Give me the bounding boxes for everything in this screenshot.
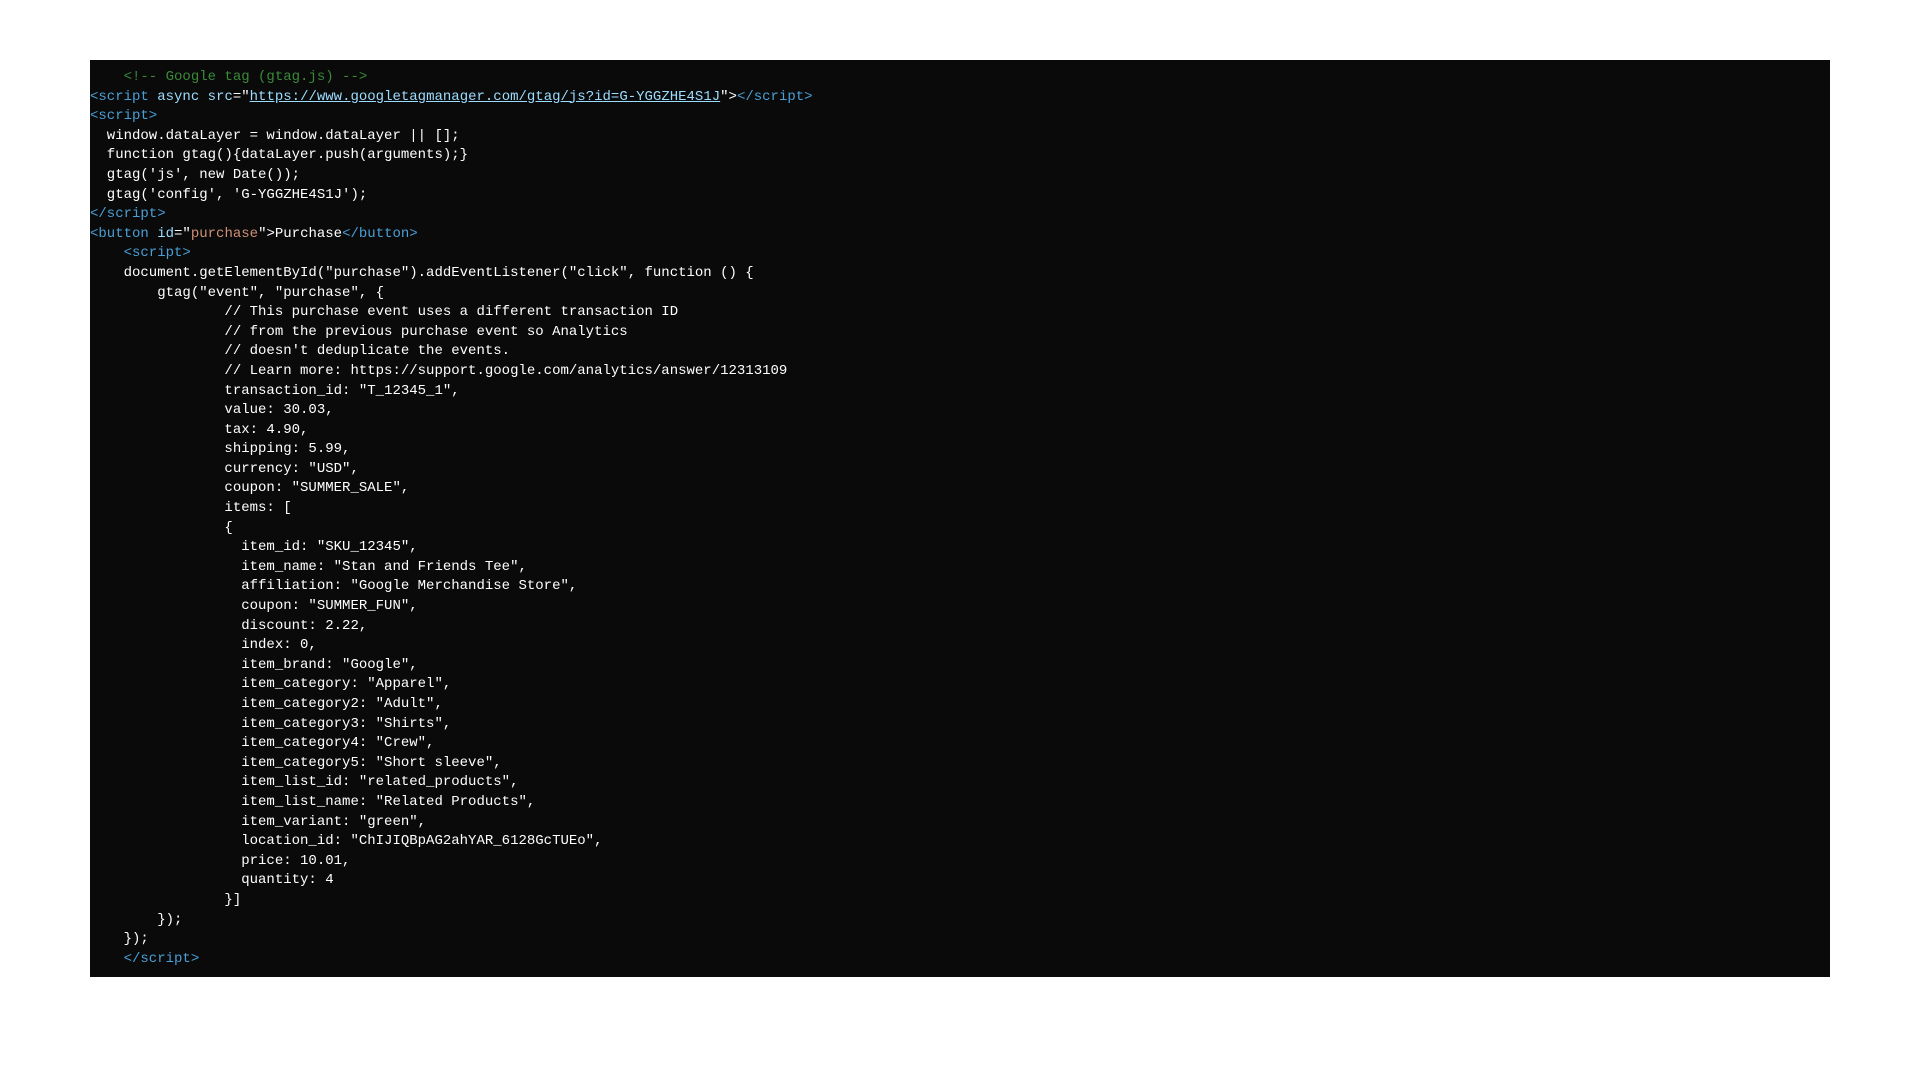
code-line: coupon: "SUMMER_SALE",	[90, 479, 1830, 499]
code-line: <script async src="https://www.googletag…	[90, 88, 1830, 108]
attr: async	[149, 89, 199, 105]
code-line-comment: // This purchase event uses a different …	[90, 303, 1830, 323]
attr-value: purchase	[191, 226, 258, 242]
code-line: items: [	[90, 499, 1830, 519]
code-line: coupon: "SUMMER_FUN",	[90, 597, 1830, 617]
code-line: gtag('config', 'G-YGGZHE4S1J');	[90, 186, 1830, 206]
code-line: item_category: "Apparel",	[90, 675, 1830, 695]
punct: ">	[720, 89, 737, 105]
code-line: <button id="purchase">Purchase</button>	[90, 225, 1830, 245]
code-line-comment: <!-- Google tag (gtag.js) -->	[90, 68, 1830, 88]
code-line: </script>	[90, 950, 1830, 970]
button-label-text: Purchase	[275, 226, 342, 242]
code-line-comment: // Learn more: https://support.google.co…	[90, 362, 1830, 382]
code-line: </script>	[90, 205, 1830, 225]
code-line: discount: 2.22,	[90, 617, 1830, 637]
code-line: item_id: "SKU_12345",	[90, 538, 1830, 558]
code-line: gtag("event", "purchase", {	[90, 284, 1830, 304]
code-line-comment: // from the previous purchase event so A…	[90, 323, 1830, 343]
code-line: document.getElementById("purchase").addE…	[90, 264, 1830, 284]
tag-open: <button	[90, 226, 149, 242]
code-line: item_list_id: "related_products",	[90, 773, 1830, 793]
tag-close: </script>	[737, 89, 813, 105]
code-line: shipping: 5.99,	[90, 440, 1830, 460]
code-line: item_brand: "Google",	[90, 656, 1830, 676]
code-line: }]	[90, 891, 1830, 911]
code-line: item_list_name: "Related Products",	[90, 793, 1830, 813]
code-block: <!-- Google tag (gtag.js) --><script asy…	[90, 60, 1830, 977]
code-line: window.dataLayer = window.dataLayer || […	[90, 127, 1830, 147]
code-line: <script>	[90, 244, 1830, 264]
code-line: item_category4: "Crew",	[90, 734, 1830, 754]
code-line: item_category3: "Shirts",	[90, 715, 1830, 735]
code-line: price: 10.01,	[90, 852, 1830, 872]
code-line: value: 30.03,	[90, 401, 1830, 421]
code-line: tax: 4.90,	[90, 421, 1830, 441]
code-line: item_variant: "green",	[90, 813, 1830, 833]
code-line: currency: "USD",	[90, 460, 1830, 480]
url-link[interactable]: https://www.googletagmanager.com/gtag/js…	[250, 89, 720, 105]
code-line: location_id: "ChIJIQBpAG2ahYAR_6128GcTUE…	[90, 832, 1830, 852]
code-line: function gtag(){dataLayer.push(arguments…	[90, 146, 1830, 166]
attr: src	[199, 89, 233, 105]
tag-close: </button>	[342, 226, 418, 242]
code-line: affiliation: "Google Merchandise Store",	[90, 577, 1830, 597]
code-line: index: 0,	[90, 636, 1830, 656]
code-line: transaction_id: "T_12345_1",	[90, 382, 1830, 402]
code-line: });	[90, 930, 1830, 950]
code-line: gtag('js', new Date());	[90, 166, 1830, 186]
punct: ="	[174, 226, 191, 242]
code-line-comment: // doesn't deduplicate the events.	[90, 342, 1830, 362]
code-line: });	[90, 911, 1830, 931]
attr: id	[149, 226, 174, 242]
code-line: {	[90, 519, 1830, 539]
code-line: quantity: 4	[90, 871, 1830, 891]
code-line: item_category2: "Adult",	[90, 695, 1830, 715]
code-line: item_name: "Stan and Friends Tee",	[90, 558, 1830, 578]
punct: ="	[233, 89, 250, 105]
code-line: <script>	[90, 107, 1830, 127]
punct: ">	[258, 226, 275, 242]
tag-open: <script	[90, 89, 149, 105]
code-line: item_category5: "Short sleeve",	[90, 754, 1830, 774]
